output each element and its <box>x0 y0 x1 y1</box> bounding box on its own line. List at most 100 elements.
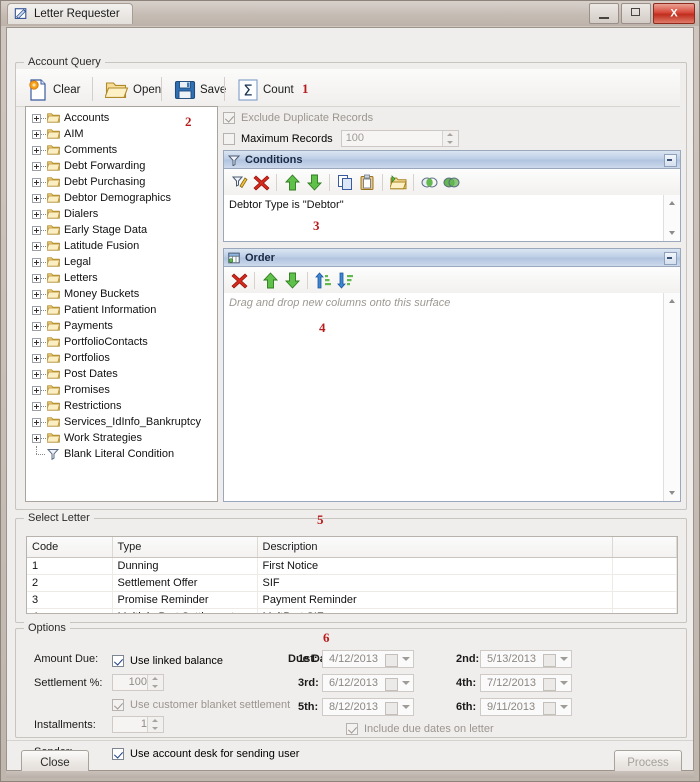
chevron-down-icon[interactable] <box>402 705 410 709</box>
account-desk-checkbox[interactable] <box>112 747 124 760</box>
calendar-icon[interactable] <box>543 702 556 715</box>
conditions-list[interactable]: Debtor Type is "Debtor" <box>224 195 664 241</box>
expand-icon[interactable] <box>32 226 41 235</box>
group-or-button[interactable] <box>440 171 462 193</box>
expand-icon[interactable] <box>32 386 41 395</box>
query-tree-panel[interactable]: Accounts AIM Comments Debt Forwarding Debt P… <box>25 106 218 502</box>
tree-node-promises[interactable]: Promises <box>28 382 217 398</box>
condition-paste-button[interactable] <box>356 171 378 193</box>
chevron-down-icon[interactable] <box>560 705 568 709</box>
expand-icon[interactable] <box>32 306 41 315</box>
order-scrollbar[interactable] <box>663 293 680 501</box>
count-button[interactable]: Σ Count <box>230 73 301 107</box>
expand-icon[interactable] <box>32 274 41 283</box>
letter-table-row[interactable]: 2 Settlement Offer SIF <box>27 574 677 592</box>
window-title-tab[interactable]: Letter Requester <box>7 3 133 24</box>
condition-move-up-button[interactable] <box>281 171 303 193</box>
tree-node-blank-literal-condition[interactable]: Blank Literal Condition <box>28 446 217 462</box>
conditions-collapse-button[interactable] <box>664 154 677 167</box>
due-date-input-4[interactable]: 7/12/2013 <box>480 674 572 692</box>
tree-node-legal[interactable]: Legal <box>28 254 217 270</box>
order-header[interactable]: Order <box>224 249 680 267</box>
tree-node-restrictions[interactable]: Restrictions <box>28 398 217 414</box>
due-date-input-3[interactable]: 6/12/2013 <box>322 674 414 692</box>
expand-icon[interactable] <box>32 258 41 267</box>
tree-node-portfolios[interactable]: Portfolios <box>28 350 217 366</box>
condition-copy-button[interactable] <box>334 171 356 193</box>
chevron-down-icon[interactable] <box>560 657 568 661</box>
calendar-icon[interactable] <box>385 678 398 691</box>
blanket-settlement-row[interactable]: Use customer blanket settlement <box>112 695 290 714</box>
chevron-down-icon[interactable] <box>402 681 410 685</box>
tree-node-services-idinfo-bankruptcy[interactable]: Services_IdInfo_Bankruptcy <box>28 414 217 430</box>
expand-icon[interactable] <box>32 290 41 299</box>
letter-column-header-0[interactable]: Code <box>27 537 113 558</box>
order-scroll-down-arrow[interactable] <box>664 485 680 501</box>
expand-icon[interactable] <box>32 418 41 427</box>
tree-node-money-buckets[interactable]: Money Buckets <box>28 286 217 302</box>
letter-table-row[interactable]: 1 Dunning First Notice <box>27 557 677 575</box>
letter-table-row[interactable]: 3 Promise Reminder Payment Reminder <box>27 591 677 609</box>
expand-icon[interactable] <box>32 194 41 203</box>
maximize-button[interactable] <box>621 3 651 24</box>
clear-button[interactable]: Clear <box>20 73 87 107</box>
maximum-records-input[interactable]: 100 <box>340 130 459 147</box>
letter-grid[interactable]: Code Type Description 1 Dunning First Notice… <box>26 536 678 614</box>
expand-icon[interactable] <box>32 130 41 139</box>
delete-condition-button[interactable] <box>250 171 272 193</box>
calendar-icon[interactable] <box>385 654 398 667</box>
calendar-icon[interactable] <box>543 678 556 691</box>
due-date-input-6[interactable]: 9/11/2013 <box>480 698 572 716</box>
sort-ascending-button[interactable] <box>312 269 334 291</box>
conditions-scrollbar[interactable] <box>663 195 680 241</box>
tree-node-work-strategies[interactable]: Work Strategies <box>28 430 217 446</box>
exclude-duplicates-checkbox[interactable] <box>223 111 235 124</box>
letter-column-header-3[interactable] <box>612 537 677 558</box>
chevron-down-icon[interactable] <box>560 681 568 685</box>
tree-node-letters[interactable]: Letters <box>28 270 217 286</box>
tree-node-post-dates[interactable]: Post Dates <box>28 366 217 382</box>
installments-input[interactable]: 1 <box>112 716 164 733</box>
settlement-pct-input[interactable]: 100 <box>112 674 164 691</box>
conditions-scroll-down-arrow[interactable] <box>664 225 680 241</box>
close-button[interactable]: X <box>653 3 695 24</box>
due-date-input-5[interactable]: 8/12/2013 <box>322 698 414 716</box>
maximum-records-checkbox[interactable] <box>223 132 235 145</box>
conditions-scroll-up-arrow[interactable] <box>664 195 680 211</box>
order-move-down-button[interactable] <box>281 269 303 291</box>
expand-icon[interactable] <box>32 322 41 331</box>
calendar-icon[interactable] <box>385 702 398 715</box>
sort-descending-button[interactable] <box>334 269 356 291</box>
include-due-dates-row[interactable]: Include due dates on letter <box>346 719 494 738</box>
expand-icon[interactable] <box>32 370 41 379</box>
tree-node-debtor-demographics[interactable]: Debtor Demographics <box>28 190 217 206</box>
due-date-input-2[interactable]: 5/13/2013 <box>480 650 572 668</box>
tree-node-dialers[interactable]: Dialers <box>28 206 217 222</box>
use-linked-balance-row[interactable]: Use linked balance <box>112 651 223 670</box>
open-button[interactable]: Open <box>98 73 168 107</box>
account-desk-row[interactable]: Use account desk for sending user <box>112 744 299 763</box>
expand-icon[interactable] <box>32 402 41 411</box>
edit-condition-button[interactable] <box>228 171 250 193</box>
expand-icon[interactable] <box>32 162 41 171</box>
condition-move-down-button[interactable] <box>303 171 325 193</box>
expand-icon[interactable] <box>32 434 41 443</box>
tree-node-debt-purchasing[interactable]: Debt Purchasing <box>28 174 217 190</box>
order-scroll-up-arrow[interactable] <box>664 293 680 309</box>
tree-node-patient-information[interactable]: Patient Information <box>28 302 217 318</box>
expand-icon[interactable] <box>32 114 41 123</box>
installments-spinner[interactable] <box>147 717 163 732</box>
minimize-button[interactable] <box>589 3 619 24</box>
expand-icon[interactable] <box>32 146 41 155</box>
include-due-dates-checkbox[interactable] <box>346 722 358 735</box>
expand-icon[interactable] <box>32 338 41 347</box>
calendar-icon[interactable] <box>543 654 556 667</box>
group-and-button[interactable] <box>418 171 440 193</box>
tree-node-comments[interactable]: Comments <box>28 142 217 158</box>
blanket-settlement-checkbox[interactable] <box>112 698 124 711</box>
letter-column-header-1[interactable]: Type <box>112 537 258 558</box>
order-drop-surface[interactable]: Drag and drop new columns onto this surf… <box>224 293 664 501</box>
expand-icon[interactable] <box>32 210 41 219</box>
expand-icon[interactable] <box>32 178 41 187</box>
exclude-duplicates-row[interactable]: Exclude Duplicate Records <box>223 108 681 127</box>
